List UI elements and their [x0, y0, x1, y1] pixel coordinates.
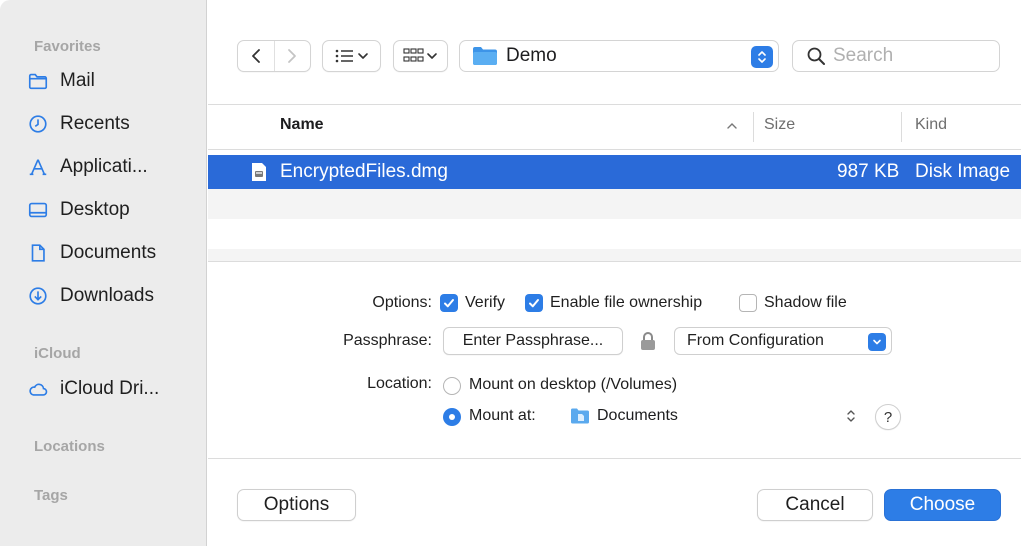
sidebar-section-tags[interactable]: Tags: [34, 487, 68, 504]
sidebar-section-favorites: Favorites: [34, 38, 101, 55]
verify-label: Verify: [465, 294, 506, 311]
documents-folder-icon: [571, 408, 589, 424]
column-header: Name Size Kind: [208, 104, 1021, 149]
search-icon: [807, 47, 825, 65]
file-row-selected[interactable]: EncryptedFiles.dmg 987 KB Disk Image: [208, 155, 1021, 189]
checkmark-icon: [444, 299, 454, 308]
applications-icon: [26, 155, 50, 179]
list-view-icon: [335, 49, 368, 63]
chevron-right-icon: [288, 49, 297, 63]
download-icon: [26, 284, 50, 308]
mount-at-label: Mount at:: [469, 407, 536, 424]
ownership-label: Enable file ownership: [550, 294, 703, 311]
sidebar-item-label: Downloads: [60, 285, 154, 306]
document-icon: [26, 241, 50, 265]
footer-divider: [208, 458, 1021, 459]
grid-view-icon: [402, 48, 437, 62]
folder-icon: [26, 69, 50, 93]
sidebar-item-label: Desktop: [60, 199, 130, 220]
sidebar-item-label: iCloud Dri...: [60, 378, 160, 399]
empty-row: [208, 249, 1021, 261]
sidebar-item-applications[interactable]: Applicati...: [26, 152, 196, 182]
chevron-down-icon: [868, 333, 886, 351]
file-kind: Disk Image: [915, 161, 1011, 182]
sidebar-item-desktop[interactable]: Desktop: [26, 195, 196, 225]
shadow-file-label: Shadow file: [764, 294, 847, 311]
checkmark-icon: [529, 299, 539, 308]
header-divider: [208, 149, 1021, 150]
column-separator[interactable]: [753, 112, 754, 142]
desktop-icon: [26, 198, 50, 222]
location-options-label: Location:: [367, 375, 432, 392]
sidebar-item-label: Applicati...: [60, 156, 148, 177]
sidebar-item-icloud-drive[interactable]: iCloud Dri...: [26, 374, 196, 404]
location-popup[interactable]: Demo: [459, 40, 779, 72]
search-field[interactable]: [792, 40, 1000, 72]
nav-buttons: [237, 40, 311, 72]
folder-icon: [473, 47, 497, 65]
shadow-file-checkbox[interactable]: [739, 294, 757, 312]
ownership-checkbox[interactable]: [525, 294, 543, 312]
help-button[interactable]: ?: [875, 404, 901, 430]
passphrase-source-popup[interactable]: From Configuration: [674, 327, 892, 355]
sidebar-item-label: Mail: [60, 70, 95, 91]
column-kind-header[interactable]: Kind: [915, 116, 947, 134]
enter-passphrase-button[interactable]: Enter Passphrase...: [443, 327, 623, 355]
empty-row: [208, 189, 1021, 219]
sidebar-section-locations[interactable]: Locations: [34, 438, 105, 455]
sidebar-item-recents[interactable]: Recents: [26, 109, 196, 139]
updown-chevron-icon: [847, 410, 855, 422]
file-name: EncryptedFiles.dmg: [280, 161, 448, 182]
search-input[interactable]: [833, 45, 993, 67]
column-separator[interactable]: [901, 112, 902, 142]
cloud-icon: [26, 377, 50, 401]
sidebar-item-downloads[interactable]: Downloads: [26, 281, 196, 311]
list-view-button[interactable]: [322, 40, 381, 72]
mount-desktop-label: Mount on desktop (/Volumes): [469, 376, 678, 393]
verify-checkbox[interactable]: [440, 294, 458, 312]
forward-button[interactable]: [273, 41, 310, 71]
list-divider: [208, 261, 1021, 262]
column-name-header[interactable]: Name: [280, 116, 324, 134]
sidebar-item-documents[interactable]: Documents: [26, 238, 196, 268]
choose-button[interactable]: Choose: [884, 489, 1001, 521]
location-label: Demo: [506, 45, 557, 66]
mount-at-radio[interactable]: [443, 408, 461, 426]
updown-chevron-icon: [751, 46, 773, 68]
passphrase-label: Passphrase:: [343, 332, 432, 349]
column-size-header[interactable]: Size: [764, 116, 795, 134]
sidebar-item-label: Documents: [60, 242, 157, 263]
disk-image-icon: [252, 163, 266, 181]
back-button[interactable]: [238, 41, 274, 71]
mount-folder-value: Documents: [597, 407, 678, 424]
clock-icon: [26, 112, 50, 136]
group-view-button[interactable]: [393, 40, 448, 72]
sidebar-item-mail[interactable]: Mail: [26, 66, 196, 96]
options-label: Options:: [372, 294, 432, 311]
sidebar-section-icloud: iCloud: [34, 345, 81, 362]
chevron-left-icon: [252, 49, 260, 63]
sort-ascending-icon: [727, 123, 737, 129]
mount-folder-popup[interactable]: Documents: [566, 402, 862, 430]
passphrase-source-value: From Configuration: [687, 332, 824, 349]
file-size: 987 KB: [837, 161, 900, 182]
options-button[interactable]: Options: [237, 489, 356, 521]
cancel-button[interactable]: Cancel: [757, 489, 873, 521]
lock-icon: [641, 332, 655, 350]
mount-desktop-radio[interactable]: [443, 377, 461, 395]
sidebar-item-label: Recents: [60, 113, 130, 134]
sidebar: Favorites Mail Recents Applicati... Desk…: [0, 0, 207, 546]
